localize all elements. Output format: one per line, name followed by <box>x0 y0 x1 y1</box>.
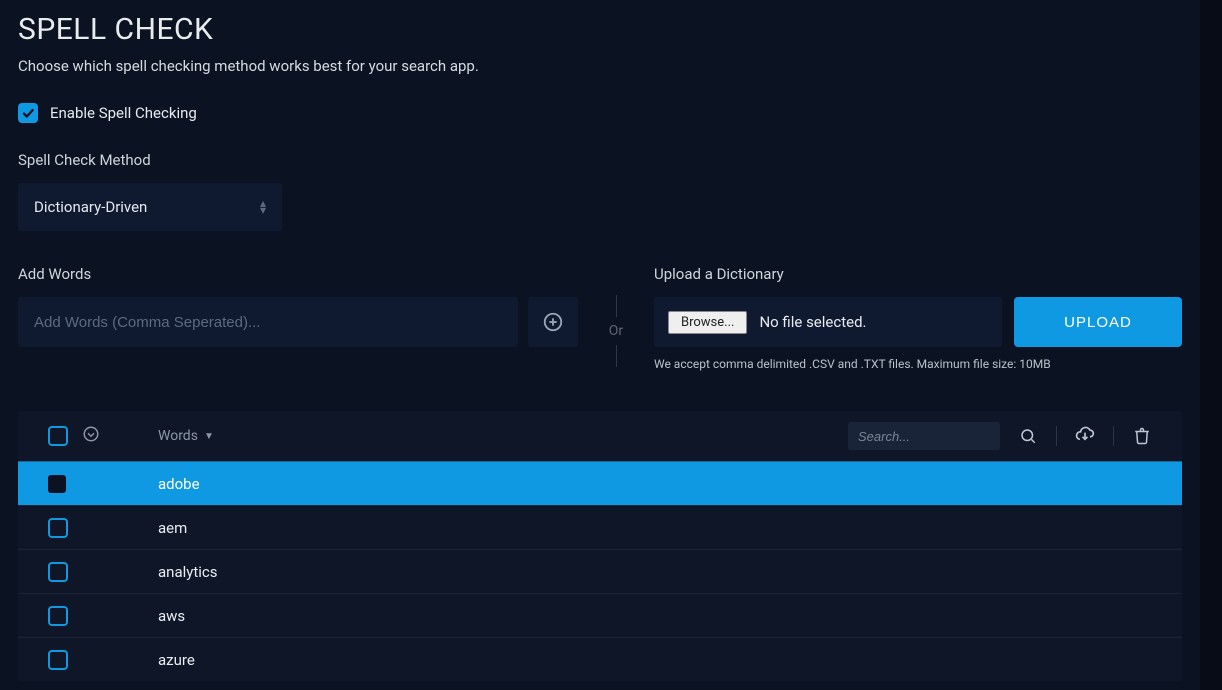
download-button[interactable] <box>1075 426 1095 446</box>
upload-label: Upload a Dictionary <box>654 265 1182 283</box>
upload-button[interactable]: UPLOAD <box>1014 297 1182 347</box>
upload-hint: We accept comma delimited .CSV and .TXT … <box>654 357 1182 371</box>
table-row[interactable]: analytics <box>18 549 1182 593</box>
table-row[interactable]: aem <box>18 505 1182 549</box>
search-icon <box>1019 427 1037 445</box>
delete-button[interactable] <box>1132 426 1152 446</box>
table-row[interactable]: aws <box>18 593 1182 637</box>
browse-button[interactable]: Browse... <box>668 311 747 334</box>
table-header: Words ▼ <box>18 411 1182 461</box>
sort-desc-icon: ▼ <box>204 431 214 442</box>
or-label: Or <box>609 323 623 339</box>
method-select-value: Dictionary-Driven <box>34 198 147 216</box>
enable-spellcheck-checkbox[interactable] <box>18 103 38 123</box>
select-all-checkbox[interactable] <box>48 426 68 446</box>
enable-spellcheck-label: Enable Spell Checking <box>50 104 197 122</box>
row-word: adobe <box>158 475 200 493</box>
row-checkbox[interactable] <box>48 562 68 582</box>
page-subtitle: Choose which spell checking method works… <box>18 57 1182 75</box>
add-words-button[interactable] <box>528 297 578 347</box>
chevron-updown-icon: ▴▾ <box>260 200 266 214</box>
chevron-down-circle-icon <box>82 425 100 443</box>
divider <box>1056 426 1057 446</box>
row-checkbox[interactable] <box>48 475 66 493</box>
add-words-input[interactable] <box>18 297 518 347</box>
row-checkbox[interactable] <box>48 650 68 670</box>
row-checkbox[interactable] <box>48 606 68 626</box>
table-row[interactable]: adobe <box>18 461 1182 505</box>
file-status: No file selected. <box>759 313 866 331</box>
scrollbar-track[interactable] <box>1200 0 1222 690</box>
divider <box>616 295 617 317</box>
check-icon <box>21 106 35 120</box>
add-words-label: Add Words <box>18 265 578 283</box>
row-word: azure <box>158 651 195 669</box>
row-word: aws <box>158 607 185 625</box>
table-row[interactable]: azure <box>18 637 1182 681</box>
table-search-input[interactable] <box>848 422 1000 450</box>
dropdown-toggle[interactable] <box>82 425 100 447</box>
words-table: Words ▼ <box>18 411 1182 681</box>
row-word: aem <box>158 519 187 537</box>
method-label: Spell Check Method <box>18 151 1182 169</box>
search-button[interactable] <box>1018 426 1038 446</box>
column-header-words[interactable]: Words ▼ <box>158 428 214 444</box>
row-checkbox[interactable] <box>48 518 68 538</box>
column-header-label: Words <box>158 428 198 444</box>
divider <box>616 345 617 367</box>
trash-icon <box>1133 427 1151 445</box>
plus-circle-icon <box>542 311 564 333</box>
cloud-download-icon <box>1075 426 1095 446</box>
divider <box>1113 426 1114 446</box>
file-field[interactable]: Browse... No file selected. <box>654 297 1002 347</box>
method-select[interactable]: Dictionary-Driven ▴▾ <box>18 183 282 231</box>
row-word: analytics <box>158 563 218 581</box>
page-title: SPELL CHECK <box>18 12 1182 47</box>
